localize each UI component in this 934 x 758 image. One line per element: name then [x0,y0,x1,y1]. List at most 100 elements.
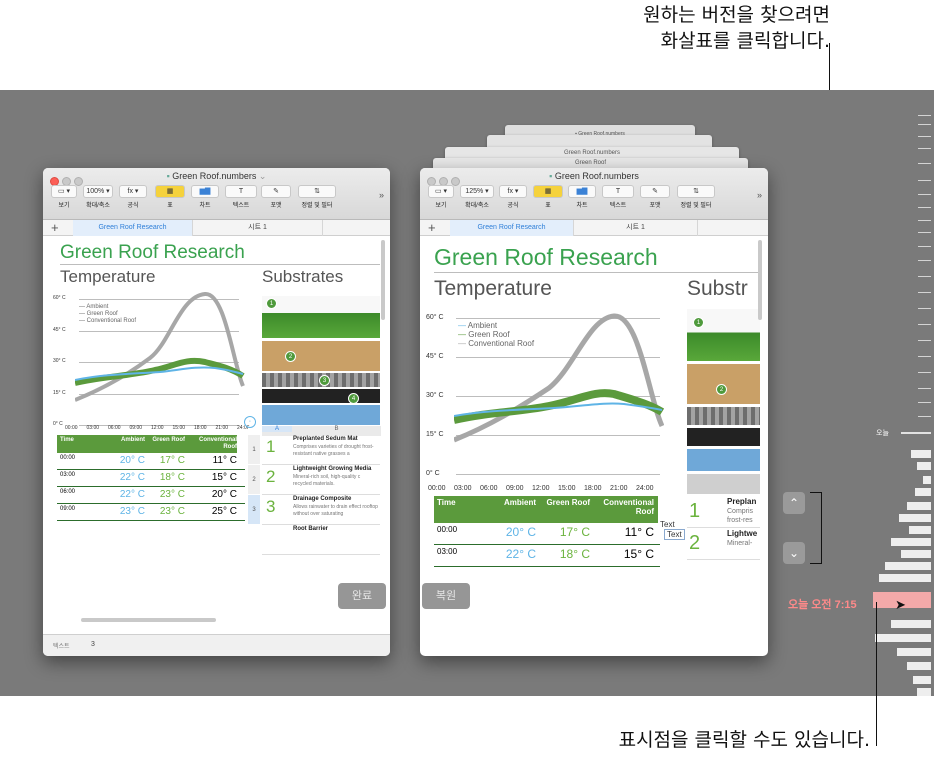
timeline-mark[interactable] [918,115,931,116]
timeline-mark[interactable] [918,388,931,389]
view-icon[interactable]: ▭ ▾ [51,185,77,198]
col-header-a[interactable]: A [262,426,292,432]
timeline-mark[interactable] [918,340,931,341]
chart-icon[interactable]: ▆▇ [568,185,596,198]
substrate-list-item[interactable]: 1 1 Preplanted Sedum Mat Comprises varietie… [248,435,380,465]
version-preview-window[interactable]: ▪ Green Roof.numbers ▭ ▾ 보기 125% ▾ 확대/축소 fx … [420,168,768,656]
table-icon[interactable]: ▦ [155,185,185,198]
row-number[interactable]: 1 [248,435,260,464]
vertical-scrollbar[interactable] [758,240,762,320]
timeline-version-bar[interactable] [917,688,931,696]
timeline-version-bar[interactable] [875,634,931,642]
table-cell[interactable]: 23° C [99,506,145,517]
timeline-mark[interactable] [918,194,931,195]
timeline-version-bar[interactable] [909,526,931,534]
toolbar-item-sort[interactable]: ⇅ 정렬 및 필터 [677,185,715,209]
timeline-version-bar[interactable] [899,514,931,522]
function-icon[interactable]: fx ▾ [499,185,527,198]
toolbar-item-table[interactable]: ▦ 표 [533,185,563,209]
timeline-version-bar[interactable] [911,450,931,458]
timeline-version-bar[interactable] [885,562,931,570]
table-cell[interactable]: 00:00 [437,525,471,534]
toolbar-item-format[interactable]: ✎ 포맷 [640,185,670,209]
sort-icon[interactable]: ⇅ [298,185,336,198]
table-cell[interactable]: 03:00 [437,547,471,556]
table-cell[interactable]: 15° C [187,472,237,483]
table-cell[interactable]: 17° C [147,455,185,466]
toolbar-item-view[interactable]: ▭ ▾ 보기 [51,185,77,209]
vertical-scrollbar[interactable] [381,240,385,320]
table-cell[interactable]: 18° C [538,547,590,561]
table-cell[interactable]: 11° C [187,455,237,466]
done-button[interactable]: 완료 [338,583,386,609]
timeline-version-bar[interactable] [907,502,931,510]
toolbar-overflow-icon[interactable]: » [757,190,762,200]
timeline-version-bar[interactable] [897,648,931,656]
toolbar-item-chart[interactable]: ▆▇ 차트 [191,185,219,209]
table-cell[interactable]: 17° C [538,525,590,539]
add-sheet-icon[interactable]: + [51,220,59,235]
substrate-list-item[interactable]: Root Barrier [262,525,380,555]
tab-green-roof-research[interactable]: Green Roof Research [450,220,574,236]
col-header-b[interactable]: B [292,426,381,432]
timeline-version-bar[interactable] [891,620,931,628]
timeline-mark[interactable] [918,416,931,417]
timeline-mark[interactable] [918,136,931,137]
timeline-mark[interactable] [918,232,931,233]
substrate-list-item[interactable]: 2 2 Lightweight Growing Media Mineral-rich … [248,465,380,495]
toolbar-item-chart[interactable]: ▆▇ 차트 [568,185,596,209]
timeline-mark[interactable] [918,356,931,357]
tab-sheet-1[interactable]: 시트 1 [574,220,698,236]
table-cell[interactable]: 23° C [147,506,185,517]
substrate-list-item[interactable]: 3 3 Drainage Composite Allows rainwater to … [248,495,380,525]
timeline-version-bar[interactable] [901,550,931,558]
table-cell[interactable]: 20° C [484,525,536,539]
toolbar-item-zoom[interactable]: 100% ▾ 확대/축소 [83,185,113,209]
timeline-today-mark[interactable] [901,432,931,434]
row-number[interactable]: 2 [248,465,260,494]
table-cell[interactable]: 09:00 [60,506,90,512]
table-cell[interactable]: 11° C [592,525,654,539]
table-cell[interactable]: 22° C [484,547,536,561]
table-cell[interactable]: 20° C [99,455,145,466]
toolbar-item-text[interactable]: T 텍스트 [225,185,257,209]
add-sheet-icon[interactable]: + [428,220,436,235]
timeline-mark[interactable] [918,402,931,403]
timeline-mark[interactable] [918,260,931,261]
function-icon[interactable]: fx ▾ [119,185,147,198]
text-box[interactable]: Text Text [660,520,685,540]
timeline-version-bar[interactable] [879,574,931,582]
table-cell[interactable]: 23° C [147,489,185,500]
substrate-list-item[interactable]: 2 Lightwe Mineral- [687,528,760,560]
table-cell[interactable]: 00:00 [60,455,90,461]
timeline-version-bar[interactable] [915,488,931,496]
timeline-mark[interactable] [918,246,931,247]
toolbar-item-sort[interactable]: ⇅ 정렬 및 필터 [298,185,336,209]
table-cell[interactable]: 22° C [99,489,145,500]
timeline-mark[interactable] [918,180,931,181]
view-icon[interactable]: ▭ ▾ [428,185,454,198]
toolbar-item-text[interactable]: T 텍스트 [602,185,634,209]
text-icon[interactable]: T [602,185,634,198]
zoom-icon[interactable]: 100% ▾ [83,185,113,198]
row-number[interactable]: 3 [248,495,260,524]
timeline-version-bar[interactable] [923,476,931,484]
sort-icon[interactable]: ⇅ [677,185,715,198]
format-icon[interactable]: ✎ [261,185,291,198]
timeline-mark[interactable] [918,324,931,325]
timeline-mark[interactable] [918,276,931,277]
table-cell[interactable]: 06:00 [60,489,90,495]
table-cell[interactable]: 25° C [187,506,237,517]
timeline-version-bar[interactable] [891,538,931,546]
text-box-selected[interactable]: Text [664,529,685,540]
table-cell[interactable]: 03:00 [60,472,90,478]
timeline-version-bar[interactable] [907,662,931,670]
restore-button[interactable]: 복원 [422,583,470,609]
zoom-icon[interactable]: 125% ▾ [460,185,494,198]
timeline-version-bar[interactable] [913,676,931,684]
timeline-mark[interactable] [918,148,931,149]
timeline-mark[interactable] [918,207,931,208]
next-version-arrow[interactable]: ⌄ [783,542,805,564]
format-icon[interactable]: ✎ [640,185,670,198]
tab-green-roof-research[interactable]: Green Roof Research [73,220,193,236]
